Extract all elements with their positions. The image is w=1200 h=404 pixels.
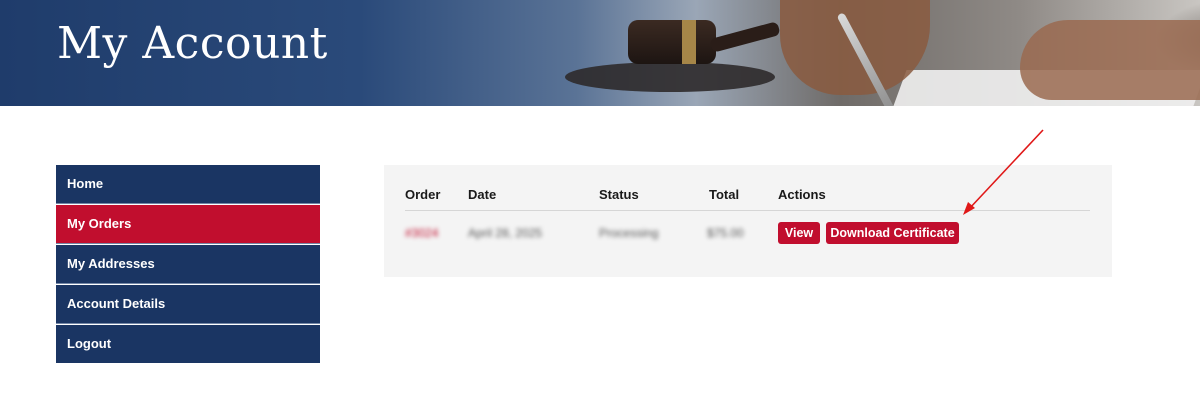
column-header-status: Status [599,187,639,202]
order-total: $75.00 [707,226,744,240]
sidebar-item-my-addresses[interactable]: My Addresses [56,245,320,284]
order-number-link[interactable]: #3024 [405,226,438,240]
view-button[interactable]: View [778,222,820,244]
sidebar-item-my-orders[interactable]: My Orders [56,205,320,244]
column-header-order: Order [405,187,441,202]
gavel-icon [628,20,716,64]
red-arrow-icon [963,129,1044,215]
order-date: April 28, 2025 [468,226,543,240]
column-header-date: Date [468,187,497,202]
account-sidebar: Home My Orders My Addresses Account Deta… [56,165,320,364]
hand-image-right [1020,20,1200,100]
sidebar-item-account-details[interactable]: Account Details [56,285,320,324]
column-header-actions: Actions [778,187,826,202]
sidebar-item-home[interactable]: Home [56,165,320,204]
sidebar-item-logout[interactable]: Logout [56,325,320,363]
download-certificate-button[interactable]: Download Certificate [826,222,959,244]
gavel-band [682,20,696,64]
order-status: Processing [599,226,659,240]
column-header-total: Total [709,187,740,202]
header-banner: My Account [0,0,1200,106]
gavel-base-image [565,62,775,92]
page-title: My Account [57,18,328,69]
